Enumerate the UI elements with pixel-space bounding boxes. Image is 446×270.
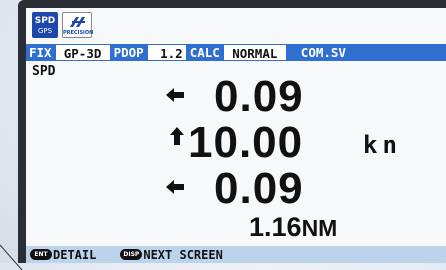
detail-softkey-label[interactable]: DETAIL xyxy=(53,248,96,262)
mode-label: SPD xyxy=(32,64,56,79)
calc-label: CALC xyxy=(186,44,223,61)
distance-unit: NM xyxy=(301,215,338,241)
speed-value-2: 10.00 xyxy=(188,118,304,167)
speed-value-1: 0.09 xyxy=(214,72,304,121)
display-screen: SPD GPS PRECISION FIX GP-3D PDOP 1.2 CAL… xyxy=(26,8,446,263)
spd-icon-label: SPD xyxy=(34,16,56,26)
distance-readout: 1.16NM xyxy=(249,212,337,243)
calc-value: NORMAL xyxy=(222,44,287,61)
fix-value: GP-3D xyxy=(54,44,111,61)
status-bar: FIX GP-3D PDOP 1.2 CALC NORMAL COM.SV xyxy=(26,44,446,61)
next-screen-softkey-label[interactable]: NEXT SCREEN xyxy=(143,248,222,262)
precision-icon-label: PRECISION xyxy=(63,30,94,36)
pdop-label: PDOP xyxy=(110,44,147,61)
speed-unit: kn xyxy=(363,131,402,159)
pdop-value: 1.2 xyxy=(146,44,187,61)
icon-bar: SPD GPS PRECISION xyxy=(26,8,446,44)
disp-key-icon[interactable]: DISP xyxy=(120,249,143,260)
fix-label: FIX xyxy=(26,44,55,61)
distance-value: 1.16 xyxy=(249,212,302,242)
speed-value-3: 0.09 xyxy=(214,164,304,213)
softkey-bar: ENT DETAIL DISP NEXT SCREEN xyxy=(26,246,446,263)
com-status: COM.SV xyxy=(286,44,349,61)
gps-icon-label: GPS xyxy=(37,27,53,35)
arrow-left-icon xyxy=(166,88,184,102)
spd-gps-icon[interactable]: SPD GPS xyxy=(32,12,58,38)
ent-key-icon[interactable]: ENT xyxy=(30,249,52,260)
arrow-left-icon xyxy=(166,180,184,194)
precision-logo-icon xyxy=(70,17,85,27)
arrow-up-icon xyxy=(170,127,184,145)
precision-icon[interactable]: PRECISION xyxy=(62,12,94,38)
